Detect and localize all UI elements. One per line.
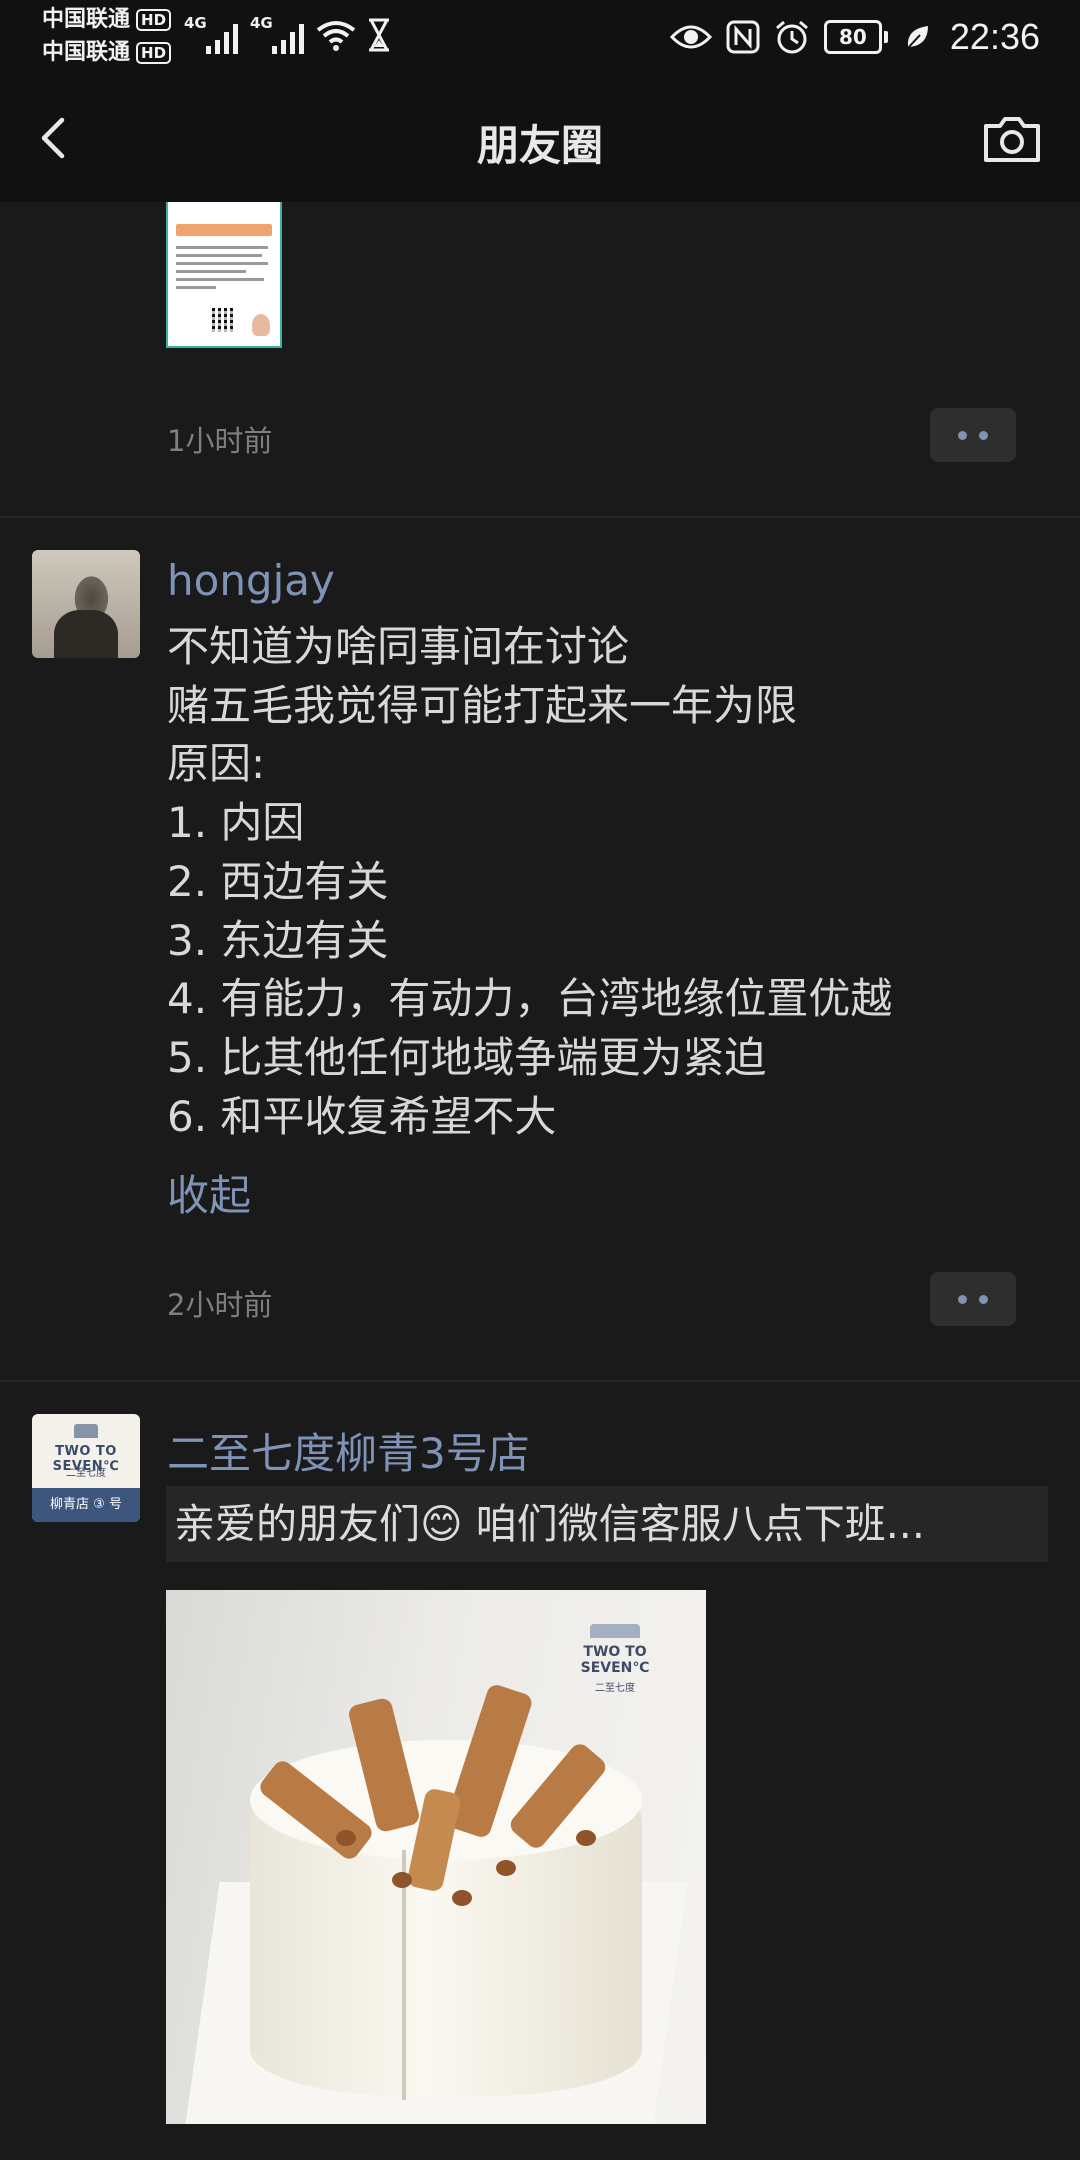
- nfc-icon: [726, 20, 760, 54]
- divider: [0, 1380, 1080, 1382]
- shared-text-card[interactable]: 亲爱的朋友们😊 咱们微信客服八点下班...: [166, 1486, 1048, 1562]
- post-text: 不知道为啥同事间在讨论 赌五毛我觉得可能打起来一年为限 原因: 1. 内因 2.…: [167, 622, 893, 1141]
- top-navigation-bar: 朋友圈: [0, 74, 1080, 202]
- image-brand-watermark: TWO TO SEVEN℃ 二至七度: [550, 1624, 680, 1694]
- camera-icon[interactable]: [982, 114, 1042, 164]
- battery-icon: 80: [823, 20, 888, 54]
- more-actions-button[interactable]: [930, 1272, 1016, 1326]
- eye-icon: [669, 25, 712, 49]
- hourglass-icon: [369, 18, 389, 52]
- avatar[interactable]: [32, 550, 140, 658]
- carrier-label-1: 中国联通 HD: [42, 6, 172, 34]
- avatar[interactable]: TWO TO SEVEN℃ 二至七度 柳青店 ③ 号: [32, 1414, 140, 1522]
- post-time: 1小时前: [167, 424, 273, 458]
- divider: [0, 516, 1080, 518]
- leaf-icon: [907, 26, 928, 49]
- collapse-link[interactable]: 收起: [167, 1162, 251, 1223]
- post-nickname[interactable]: hongjay: [167, 556, 335, 605]
- post-time: 2小时前: [167, 1288, 273, 1322]
- carrier-label-2: 中国联通 HD: [42, 39, 172, 67]
- post-image-cake[interactable]: TWO TO SEVEN℃ 二至七度: [166, 1590, 706, 2124]
- page-title: 朋友圈: [476, 121, 603, 170]
- alarm-icon: [775, 20, 808, 54]
- post-nickname[interactable]: 二至七度柳青3号店: [167, 1420, 530, 1481]
- post-image-thumbnail[interactable]: [166, 202, 282, 348]
- wifi-icon: [316, 21, 356, 51]
- status-time: 22:36: [949, 16, 1040, 57]
- status-bar: 中国联通 HD 中国联通 HD 4G 4G 80 22:36: [0, 0, 1080, 74]
- more-actions-button[interactable]: [930, 408, 1016, 462]
